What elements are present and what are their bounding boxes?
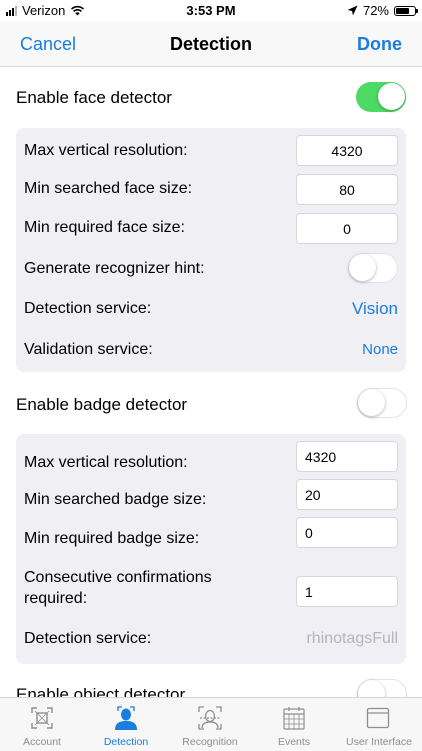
face-detection-service-label: Detection service: [24, 300, 152, 317]
face-min-required-label: Min required face size: [24, 219, 185, 236]
status-right: 72% [347, 3, 418, 18]
tab-bar: Account Detection Recognition Events Use… [0, 697, 422, 751]
face-detection-service-link[interactable]: Vision [352, 299, 398, 319]
battery-level-fill [396, 7, 409, 14]
face-scan-icon [198, 706, 222, 730]
badge-max-vertical-input[interactable]: 4320 [296, 441, 398, 472]
face-min-searched-input[interactable]: 80 [296, 174, 398, 205]
face-max-vertical-label: Max vertical resolution: [24, 142, 188, 159]
face-settings-panel: Max vertical resolution: 4320 Min search… [16, 128, 406, 372]
settings-content[interactable]: Enable face detector Max vertical resolu… [0, 67, 422, 697]
recognizer-hint-toggle[interactable] [348, 253, 398, 283]
badge-detection-service-label: Detection service: [24, 630, 152, 647]
enable-badge-detector-label: Enable badge detector [16, 395, 188, 414]
toggle-knob [358, 680, 385, 697]
badge-min-required-label: Min required badge size: [24, 530, 200, 547]
badge-detector-toggle[interactable] [357, 388, 407, 418]
object-detector-toggle[interactable] [357, 679, 407, 697]
enable-face-detector-label: Enable face detector [16, 88, 172, 107]
consecutive-confirmations-label-line2: required: [24, 590, 88, 607]
toggle-knob [358, 389, 385, 416]
consecutive-confirmations-input[interactable]: 1 [296, 576, 398, 607]
done-button[interactable]: Done [357, 34, 402, 55]
tab-user-interface-label: User Interface [346, 736, 412, 748]
status-bar: Verizon 3:53 PM 72% [0, 0, 422, 22]
battery-icon [394, 5, 418, 16]
badge-min-searched-input[interactable]: 20 [296, 479, 398, 510]
badge-max-vertical-label: Max vertical resolution: [24, 454, 188, 471]
tab-events[interactable]: Events [252, 698, 336, 751]
recognizer-hint-label: Generate recognizer hint: [24, 260, 205, 277]
badge-settings-panel: Max vertical resolution: 4320 Min search… [16, 434, 406, 664]
tab-account-label: Account [23, 736, 61, 748]
navigation-bar: Cancel Detection Done [0, 22, 422, 67]
tab-recognition-label: Recognition [182, 736, 238, 748]
consecutive-confirmations-label-line1: Consecutive confirmations [24, 569, 212, 586]
tab-user-interface[interactable]: User Interface [336, 698, 422, 751]
validation-service-link[interactable]: None [362, 341, 398, 358]
calendar-icon [283, 707, 305, 730]
face-max-vertical-input[interactable]: 4320 [296, 135, 398, 166]
account-frame-icon [31, 707, 53, 729]
face-min-searched-label: Min searched face size: [24, 180, 193, 197]
validation-service-label: Validation service: [24, 341, 153, 358]
person-icon [115, 706, 137, 730]
tab-detection-label: Detection [103, 736, 149, 748]
tab-recognition[interactable]: Recognition [168, 698, 252, 751]
face-min-required-input[interactable]: 0 [296, 213, 398, 244]
badge-min-required-input[interactable]: 0 [296, 517, 398, 548]
face-detector-toggle[interactable] [356, 82, 406, 112]
toggle-knob [349, 254, 376, 281]
tab-detection[interactable]: Detection [84, 698, 168, 751]
tab-events-label: Events [277, 736, 311, 748]
tab-account[interactable]: Account [0, 698, 84, 751]
badge-detection-service-value[interactable]: rhinotagsFull [306, 630, 398, 648]
toggle-knob [378, 83, 405, 110]
battery-percent: 72% [362, 3, 389, 18]
badge-min-searched-label: Min searched badge size: [24, 491, 207, 508]
window-icon [366, 707, 390, 729]
enable-object-detector-label: Enable object detector [16, 685, 186, 697]
location-arrow-icon [347, 5, 358, 16]
